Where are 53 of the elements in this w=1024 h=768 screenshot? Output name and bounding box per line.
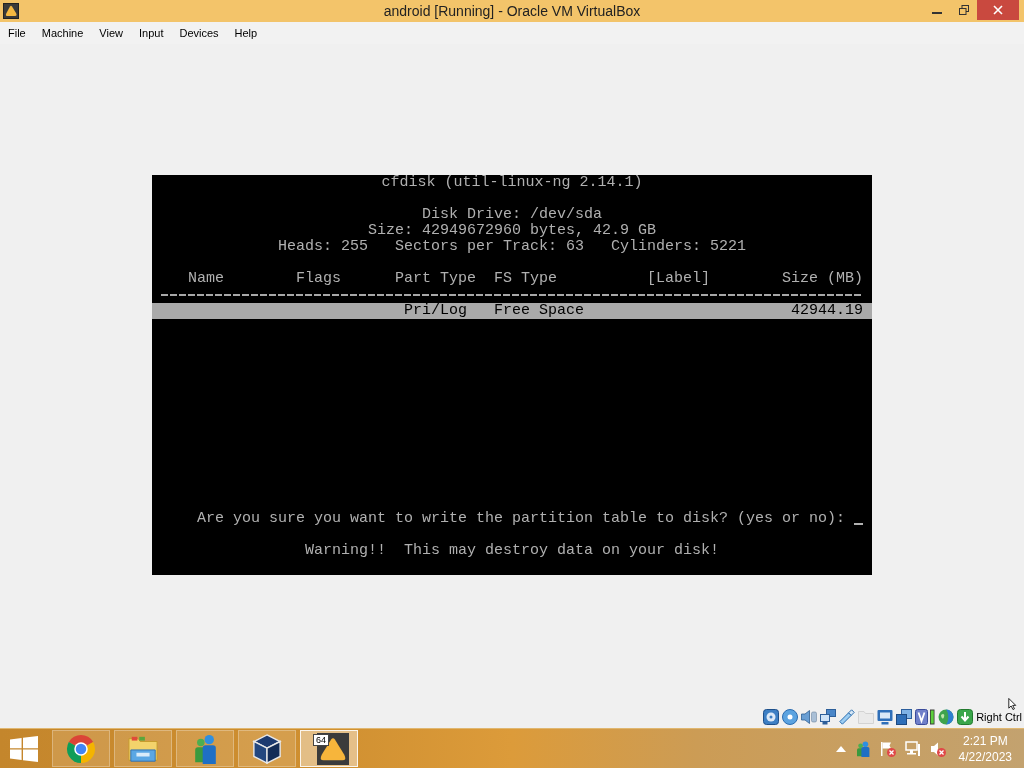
disk-geometry-text: Sectors per Track: 63 <box>394 239 584 255</box>
speaker-icon[interactable] <box>801 709 818 725</box>
table-cell: Pri/Log <box>404 303 467 319</box>
disk-geometry-text: Heads: 255 <box>277 239 368 255</box>
warning-text: Warning!! This may destroy data on your disk! <box>304 543 720 559</box>
disk-drive-text: Disk Drive: /dev/sda <box>422 207 602 223</box>
people-icon <box>193 733 217 764</box>
column-header: Size (MB) <box>782 271 863 287</box>
table-cell: Free Space <box>494 303 584 319</box>
close-icon <box>993 5 1003 15</box>
monitors-icon[interactable] <box>820 709 837 725</box>
show-hidden-icons-button[interactable] <box>835 745 846 752</box>
menu-item[interactable]: Help <box>226 25 266 41</box>
caret-up-icon <box>835 745 846 752</box>
flag-with-cross-icon[interactable] <box>879 740 896 757</box>
prompt-text: Are you sure you want to write the partition table to disk? (yes or no): <box>197 511 846 527</box>
text-cursor <box>854 523 864 525</box>
restore-icon <box>958 5 969 15</box>
partition-row[interactable]: Pri/Log Free Space 42944.19 <box>152 303 872 319</box>
menu-item[interactable]: Machine <box>33 25 92 41</box>
host-key-label: Right Ctrl <box>976 711 1022 723</box>
usb-stick-icon[interactable] <box>839 709 856 725</box>
column-header: [Label] <box>647 271 710 287</box>
taskbar-app-button[interactable]: 64 <box>300 730 358 767</box>
disc-icon[interactable] <box>782 709 799 725</box>
disk-geometry-text: Cylinders: 5221 <box>611 239 747 255</box>
app-icon <box>3 3 19 19</box>
monitor-icon[interactable] <box>877 709 894 725</box>
menu-item[interactable]: Devices <box>171 25 227 41</box>
menu-item[interactable]: Input <box>130 25 172 41</box>
column-header: Part Type <box>395 271 476 287</box>
disk-size-text: Size: 42949672960 bytes, 42.9 GB <box>367 223 656 239</box>
globe-icon[interactable] <box>938 709 955 725</box>
people-icon[interactable] <box>854 740 871 757</box>
menu-item[interactable]: View <box>91 25 131 41</box>
chip-meter-icon[interactable] <box>915 709 936 725</box>
column-header: FS Type <box>494 271 557 287</box>
column-header: Flags <box>296 271 341 287</box>
menu-item[interactable]: File <box>0 25 34 41</box>
window-panes-icon <box>10 735 38 762</box>
column-header: Name <box>188 271 224 287</box>
muted-speaker-icon[interactable] <box>929 740 946 757</box>
window-title: android [Running] - Oracle VM VirtualBox <box>383 3 641 19</box>
minimize-icon <box>931 12 942 14</box>
stacked-windows-icon[interactable] <box>896 709 913 725</box>
browser-icon <box>66 733 96 764</box>
cube-icon <box>252 733 282 764</box>
program-title: cfdisk (util-linux-ng 2.14.1) <box>381 175 643 191</box>
architecture-label: 64 <box>313 734 329 746</box>
network-monitor-icon[interactable] <box>904 740 921 757</box>
table-cell: 42944.19 <box>791 303 863 319</box>
taskbar-app-button[interactable] <box>238 730 296 767</box>
mouse-pointer-icon <box>1008 698 1017 710</box>
